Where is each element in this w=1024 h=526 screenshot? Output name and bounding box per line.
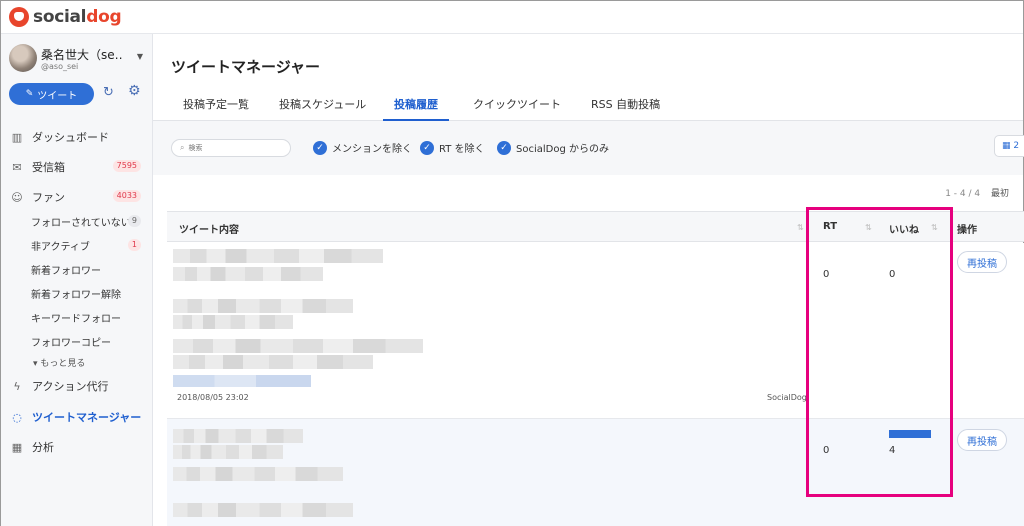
sidebar-item-analytics[interactable]: ▦ 分析 <box>9 437 145 457</box>
filter-bar: ⌕ ✓ メンションを除く ✓ RT を除く ✓ SocialDog からのみ ▦… <box>153 121 1024 175</box>
page-title: ツイートマネージャー <box>171 58 320 76</box>
sidebar-subitem-new-followers[interactable]: 新着フォロワー <box>31 260 147 278</box>
column-header-action: 操作 <box>957 225 977 236</box>
users-icon: ☺ <box>11 190 23 204</box>
rt-count: 0 <box>823 445 830 456</box>
filter-socialdog-only[interactable]: ✓ SocialDog からのみ <box>497 140 609 155</box>
inbox-count-badge: 7595 <box>112 160 141 172</box>
logo-text: socialdog <box>33 7 122 27</box>
user-name: 桑名世大（se… <box>41 48 123 62</box>
sidebar-item-tweet-manager[interactable]: ◌ ツイートマネージャー <box>9 407 145 427</box>
logo-icon <box>9 7 29 27</box>
blurred-link[interactable] <box>173 375 311 387</box>
blurred-text <box>173 339 423 353</box>
refresh-icon[interactable]: ↻ <box>103 86 114 99</box>
sidebar-item-action-proxy[interactable]: ϟ アクション代行 <box>9 376 145 396</box>
search-input[interactable] <box>188 144 279 152</box>
tab-quick-tweet[interactable]: クイックツイート <box>473 96 561 121</box>
search-icon: ⌕ <box>180 143 185 152</box>
table-header: ツイート内容 ⇅ RT ⇅ いいね ⇅ 操作 <box>167 212 1024 242</box>
blurred-text <box>173 429 303 443</box>
sidebar-subitem-new-unfollowers[interactable]: 新着フォロワー解除 <box>31 284 147 302</box>
blurred-text <box>173 445 283 459</box>
table-row: 2018/08/05 23:02 SocialDog 0 0 再投稿 <box>167 243 1024 419</box>
top-bar: socialdog <box>1 1 1023 34</box>
table-row: 0 4 再投稿 <box>167 419 1024 526</box>
pagination: 1 - 4 / 4 最初 <box>945 186 1009 199</box>
likes-count: 0 <box>889 269 896 280</box>
check-icon: ✓ <box>420 140 434 155</box>
tab-bar: 投稿予定一覧 投稿スケジュール 投稿履歴 クイックツイート RSS 自動投稿 <box>153 92 1023 121</box>
check-icon: ✓ <box>313 140 327 155</box>
blurred-text <box>173 503 353 517</box>
post-date: 2018/08/05 23:02 <box>177 393 249 402</box>
show-more-link[interactable]: ▾ もっと見る <box>33 356 85 369</box>
tweet-button[interactable]: ✎ ツイート <box>9 83 94 105</box>
blurred-text <box>173 267 323 281</box>
rt-count: 0 <box>823 269 830 280</box>
chevron-down-icon: ▾ <box>33 359 38 369</box>
tab-rss-auto-post[interactable]: RSS 自動投稿 <box>591 96 660 121</box>
sort-icon[interactable]: ⇅ <box>865 223 872 232</box>
tab-post-schedule[interactable]: 投稿スケジュール <box>279 96 366 121</box>
analytics-icon: ▦ <box>11 440 23 454</box>
sort-icon[interactable]: ⇅ <box>797 223 804 232</box>
compose-icon: ✎ <box>25 89 34 99</box>
post-source: SocialDog <box>767 393 807 402</box>
avatar <box>9 44 37 72</box>
not-following-back-badge: 9 <box>127 215 141 227</box>
bolt-icon: ϟ <box>13 379 21 393</box>
tab-scheduled-list[interactable]: 投稿予定一覧 <box>183 96 249 121</box>
repost-button[interactable]: 再投稿 <box>957 251 1007 273</box>
gear-icon[interactable]: ⚙ <box>128 84 141 98</box>
blurred-text <box>173 299 353 313</box>
column-header-content[interactable]: ツイート内容 <box>179 221 239 236</box>
date-range-button[interactable]: ▦ 2 <box>994 135 1024 157</box>
sort-icon[interactable]: ⇅ <box>931 223 938 232</box>
chat-icon: ◌ <box>12 410 22 424</box>
calendar-icon: ▦ <box>1002 141 1011 151</box>
filter-exclude-rt[interactable]: ✓ RT を除く <box>420 140 485 155</box>
check-icon: ✓ <box>497 140 511 155</box>
sidebar-subitem-inactive[interactable]: 非アクティブ 1 <box>31 236 147 254</box>
pagination-range: 1 - 4 / 4 <box>945 189 981 199</box>
tweet-history-table: ツイート内容 ⇅ RT ⇅ いいね ⇅ 操作 2018/08/05 23:02 … <box>167 211 1024 526</box>
search-box[interactable]: ⌕ <box>171 139 291 157</box>
likes-count: 4 <box>889 445 896 456</box>
blurred-text <box>173 249 383 263</box>
fans-count-badge: 4033 <box>112 190 141 202</box>
sidebar-item-fans[interactable]: ☺ ファン 4033 <box>9 187 145 207</box>
blurred-text <box>173 467 343 481</box>
blurred-text <box>173 315 293 329</box>
account-switcher[interactable]: 桑名世大（se… @aso_sei ▼ <box>9 44 145 74</box>
sidebar-subitem-follower-copy[interactable]: フォロワーコピー <box>31 332 147 350</box>
caret-down-icon: ▼ <box>136 52 143 61</box>
likes-bar <box>889 430 931 438</box>
inactive-badge: 1 <box>127 239 141 251</box>
logo[interactable]: socialdog <box>9 7 122 27</box>
user-handle: @aso_sei <box>41 62 79 71</box>
chart-icon: ▥ <box>11 130 23 144</box>
sidebar-subitem-not-following-back[interactable]: フォローされていない 9 <box>31 212 147 230</box>
tab-post-history[interactable]: 投稿履歴 <box>383 96 449 121</box>
column-header-likes[interactable]: いいね <box>889 221 919 236</box>
sidebar: 桑名世大（se… @aso_sei ▼ ✎ ツイート ↻ ⚙ ▥ ダッシュボード… <box>1 34 153 526</box>
sidebar-item-dashboard[interactable]: ▥ ダッシュボード <box>9 127 145 147</box>
filter-exclude-mentions[interactable]: ✓ メンションを除く <box>313 140 412 155</box>
blurred-text <box>173 355 373 369</box>
inbox-icon: ✉ <box>12 160 22 174</box>
sidebar-subitem-keyword-follow[interactable]: キーワードフォロー <box>31 308 147 326</box>
sidebar-item-inbox[interactable]: ✉ 受信箱 7595 <box>9 157 145 177</box>
column-header-rt[interactable]: RT <box>823 221 837 232</box>
repost-button[interactable]: 再投稿 <box>957 429 1007 451</box>
first-page-link[interactable]: 最初 <box>991 189 1009 199</box>
